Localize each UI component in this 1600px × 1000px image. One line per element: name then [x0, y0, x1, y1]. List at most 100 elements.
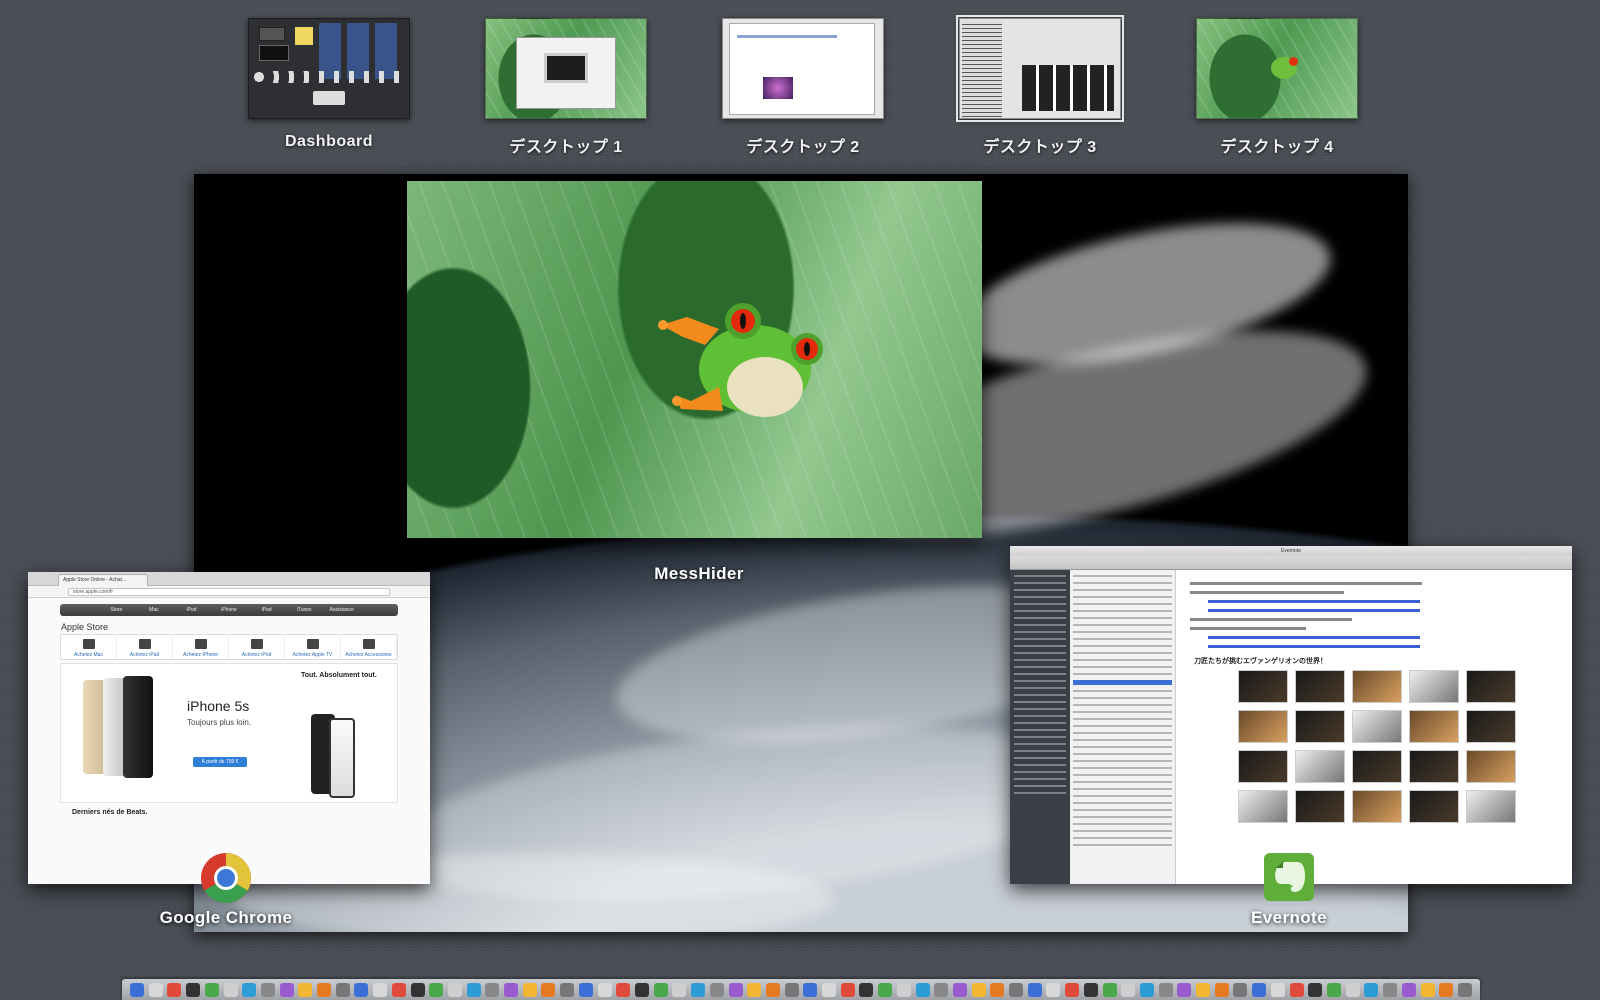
dock-app-icon[interactable]	[990, 982, 1005, 997]
space-dashboard[interactable]: Dashboard	[248, 18, 410, 151]
dock-app-icon[interactable]	[728, 982, 743, 997]
dock-app-icon[interactable]	[1158, 982, 1173, 997]
dock-app-icon[interactable]	[429, 982, 444, 997]
dock-app-icon[interactable]	[354, 982, 369, 997]
evernote-sidebar[interactable]	[1010, 570, 1070, 884]
dock-app-icon[interactable]	[1214, 982, 1229, 997]
dock-app-icon[interactable]	[260, 982, 275, 997]
dock-app-icon[interactable]	[915, 982, 930, 997]
space-desktop-2[interactable]: デスクトップ 2	[722, 18, 884, 157]
dock-app-icon[interactable]	[447, 982, 462, 997]
dock-app-icon[interactable]	[1046, 982, 1061, 997]
chrome-window[interactable]: Apple Store Online - Achat... store.appl…	[28, 572, 430, 884]
nav-item[interactable]: iPad	[248, 607, 286, 613]
dock-app-icon[interactable]	[1420, 982, 1435, 997]
dock-app-icon[interactable]	[373, 982, 388, 997]
dock-app-icon[interactable]	[765, 982, 780, 997]
dock-app-icon[interactable]	[803, 982, 818, 997]
evernote-note-list[interactable]	[1070, 570, 1176, 884]
product-link[interactable]: Achetez iPad	[117, 635, 173, 659]
dock-app-icon[interactable]	[1009, 982, 1024, 997]
dock-app-icon[interactable]	[1270, 982, 1285, 997]
dock-app-icon[interactable]	[335, 982, 350, 997]
nav-item[interactable]: Assistance	[323, 607, 361, 613]
product-link[interactable]: Achetez iPod	[229, 635, 285, 659]
dock-app-icon[interactable]	[1027, 982, 1042, 997]
dock-app-icon[interactable]	[934, 982, 949, 997]
evernote-note-view[interactable]: 刀匠たちが挑むエヴァンゲリオンの世界！	[1180, 576, 1566, 884]
dock-app-icon[interactable]	[597, 982, 612, 997]
dock-app-icon[interactable]	[1121, 982, 1136, 997]
dock-app-icon[interactable]	[1083, 982, 1098, 997]
dock-app-icon[interactable]	[1457, 982, 1472, 997]
dock[interactable]	[122, 979, 1480, 1000]
dock-app-icon[interactable]	[578, 982, 593, 997]
dock-app-icon[interactable]	[1102, 982, 1117, 997]
chrome-tab[interactable]: Apple Store Online - Achat...	[58, 574, 148, 586]
dock-app-icon[interactable]	[859, 982, 874, 997]
space-desktop-3[interactable]: デスクトップ 3	[956, 15, 1124, 157]
dock-app-icon[interactable]	[1439, 982, 1454, 997]
dock-app-icon[interactable]	[204, 982, 219, 997]
dock-app-icon[interactable]	[223, 982, 238, 997]
dock-app-icon[interactable]	[634, 982, 649, 997]
nav-item[interactable]: Mac	[135, 607, 173, 613]
dock-app-icon[interactable]	[1065, 982, 1080, 997]
dock-app-icon[interactable]	[709, 982, 724, 997]
dock-app-icon[interactable]	[616, 982, 631, 997]
dock-app-icon[interactable]	[1139, 982, 1154, 997]
dock-app-icon[interactable]	[952, 982, 967, 997]
dock-app-icon[interactable]	[504, 982, 519, 997]
nav-item[interactable]: iPod	[173, 607, 211, 613]
product-link[interactable]: Achetez iPhone	[173, 635, 229, 659]
evernote-window[interactable]: Evernote 刀匠たちが挑むエヴァンゲリオンの世界！	[1010, 546, 1572, 884]
dock-app-icon[interactable]	[653, 982, 668, 997]
dock-app-icon[interactable]	[391, 982, 406, 997]
dock-app-icon[interactable]	[317, 982, 332, 997]
dock-app-icon[interactable]	[242, 982, 257, 997]
dock-app-icon[interactable]	[1177, 982, 1192, 997]
buy-button[interactable]: À partir de 709 €	[193, 757, 247, 767]
dock-app-icon[interactable]	[878, 982, 893, 997]
dock-app-icon[interactable]	[560, 982, 575, 997]
dock-app-icon[interactable]	[822, 982, 837, 997]
messhider-window[interactable]	[407, 181, 982, 538]
dock-app-icon[interactable]	[148, 982, 163, 997]
nav-item[interactable]: iTunes	[285, 607, 323, 613]
dock-app-icon[interactable]	[896, 982, 911, 997]
dock-app-icon[interactable]	[167, 982, 182, 997]
dock-app-icon[interactable]	[1364, 982, 1379, 997]
nav-item[interactable]: iPhone	[210, 607, 248, 613]
dock-app-icon[interactable]	[1401, 982, 1416, 997]
space-desktop-4[interactable]: デスクトップ 4	[1196, 18, 1358, 157]
dock-app-icon[interactable]	[186, 982, 201, 997]
dock-app-icon[interactable]	[522, 982, 537, 997]
dock-app-icon[interactable]	[1308, 982, 1323, 997]
dock-app-icon[interactable]	[1289, 982, 1304, 997]
dock-app-icon[interactable]	[691, 982, 706, 997]
address-bar[interactable]: store.apple.com/fr	[68, 588, 390, 596]
dock-app-icon[interactable]	[130, 982, 144, 997]
dock-app-icon[interactable]	[971, 982, 986, 997]
product-link[interactable]: Achetez Accessoires	[341, 635, 397, 659]
dock-app-icon[interactable]	[840, 982, 855, 997]
dock-app-icon[interactable]	[784, 982, 799, 997]
product-link[interactable]: Achetez Apple TV	[285, 635, 341, 659]
dock-app-icon[interactable]	[541, 982, 556, 997]
dock-app-icon[interactable]	[1196, 982, 1211, 997]
dock-app-icon[interactable]	[466, 982, 481, 997]
product-link[interactable]: Achetez Mac	[61, 635, 117, 659]
dock-app-icon[interactable]	[485, 982, 500, 997]
dock-app-icon[interactable]	[279, 982, 294, 997]
nav-item[interactable]: Store	[98, 607, 136, 613]
dock-app-icon[interactable]	[747, 982, 762, 997]
space-desktop-1[interactable]: デスクトップ 1	[485, 18, 647, 157]
dock-app-icon[interactable]	[1383, 982, 1398, 997]
dock-app-icon[interactable]	[1345, 982, 1360, 997]
dock-app-icon[interactable]	[298, 982, 313, 997]
dock-app-icon[interactable]	[410, 982, 425, 997]
dock-app-icon[interactable]	[1327, 982, 1341, 997]
dock-app-icon[interactable]	[1252, 982, 1267, 997]
dock-app-icon[interactable]	[1233, 982, 1248, 997]
dock-app-icon[interactable]	[672, 982, 687, 997]
